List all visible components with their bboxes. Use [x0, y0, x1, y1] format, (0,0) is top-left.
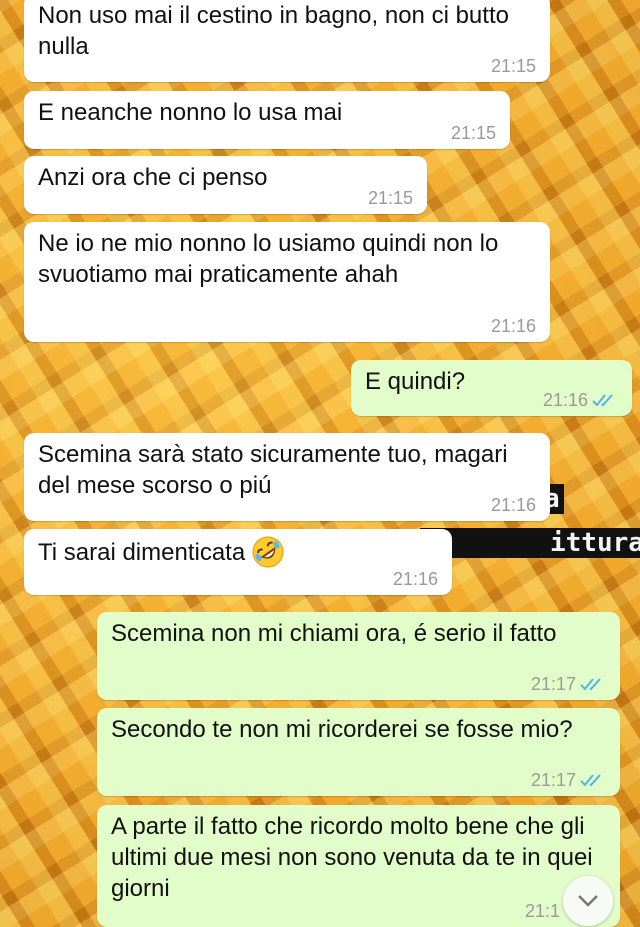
message-time: 21:16 [392, 569, 438, 589]
message-text: Scemina non mi chiami ora, é serio il fa… [111, 620, 557, 647]
message-text: Anzi ora che ci penso [38, 164, 268, 191]
message-time: 21:15 [490, 56, 536, 76]
message-time: 21:16 [490, 316, 536, 336]
message-text: Non uso mai il cestino in bagno, non ci … [38, 2, 509, 60]
message-text: E neanche nonno lo usa mai [38, 99, 343, 126]
message-bubble-outgoing[interactable]: E quindi? 21:16 [351, 360, 632, 416]
background-sticker-text: ittura [420, 528, 640, 558]
double-check-icon [580, 678, 601, 691]
message-bubble-incoming[interactable]: Scemina sarà stato sicuramente tuo, maga… [24, 433, 550, 521]
message-bubble-incoming[interactable]: E neanche nonno lo usa mai 21:15 [24, 91, 510, 149]
message-bubble-incoming[interactable]: Anzi ora che ci penso 21:15 [24, 156, 427, 214]
chat-area[interactable]: a ittura Non uso mai il cestino in bagno… [0, 0, 640, 927]
message-text: Ne io ne mio nonno lo usiamo quindi non … [38, 230, 499, 288]
rolling-on-floor-laughing-emoji [252, 536, 284, 568]
message-bubble-incoming[interactable]: Ne io ne mio nonno lo usiamo quindi non … [24, 222, 550, 342]
message-time: 21:15 [450, 123, 496, 143]
double-check-icon [592, 394, 613, 407]
message-text: A parte il fatto che ricordo molto bene … [111, 813, 593, 902]
scroll-to-bottom-button[interactable] [563, 876, 613, 926]
message-time: 21:17 [530, 770, 576, 790]
message-bubble-incoming[interactable]: Non uso mai il cestino in bagno, non ci … [24, 0, 550, 82]
message-time: 21:17 [530, 674, 576, 694]
message-text: Scemina sarà stato sicuramente tuo, maga… [38, 441, 508, 499]
message-text: Ti sarai dimenticata [38, 538, 246, 566]
message-bubble-outgoing[interactable]: Secondo te non mi ricorderei se fosse mi… [97, 708, 620, 796]
message-bubble-outgoing[interactable]: Scemina non mi chiami ora, é serio il fa… [97, 612, 620, 700]
message-time: 21:15 [367, 188, 413, 208]
message-text: Secondo te non mi ricorderei se fosse mi… [111, 716, 573, 743]
message-bubble-outgoing[interactable]: A parte il fatto che ricordo molto bene … [97, 805, 620, 927]
message-bubble-incoming[interactable]: Ti sarai dimenticata 21:16 [24, 529, 452, 595]
message-time: 21:16 [542, 390, 588, 410]
chevron-down-icon [578, 895, 598, 907]
message-time: 21:16 [490, 495, 536, 515]
double-check-icon [580, 774, 601, 787]
message-time: 21:1 [524, 901, 560, 921]
